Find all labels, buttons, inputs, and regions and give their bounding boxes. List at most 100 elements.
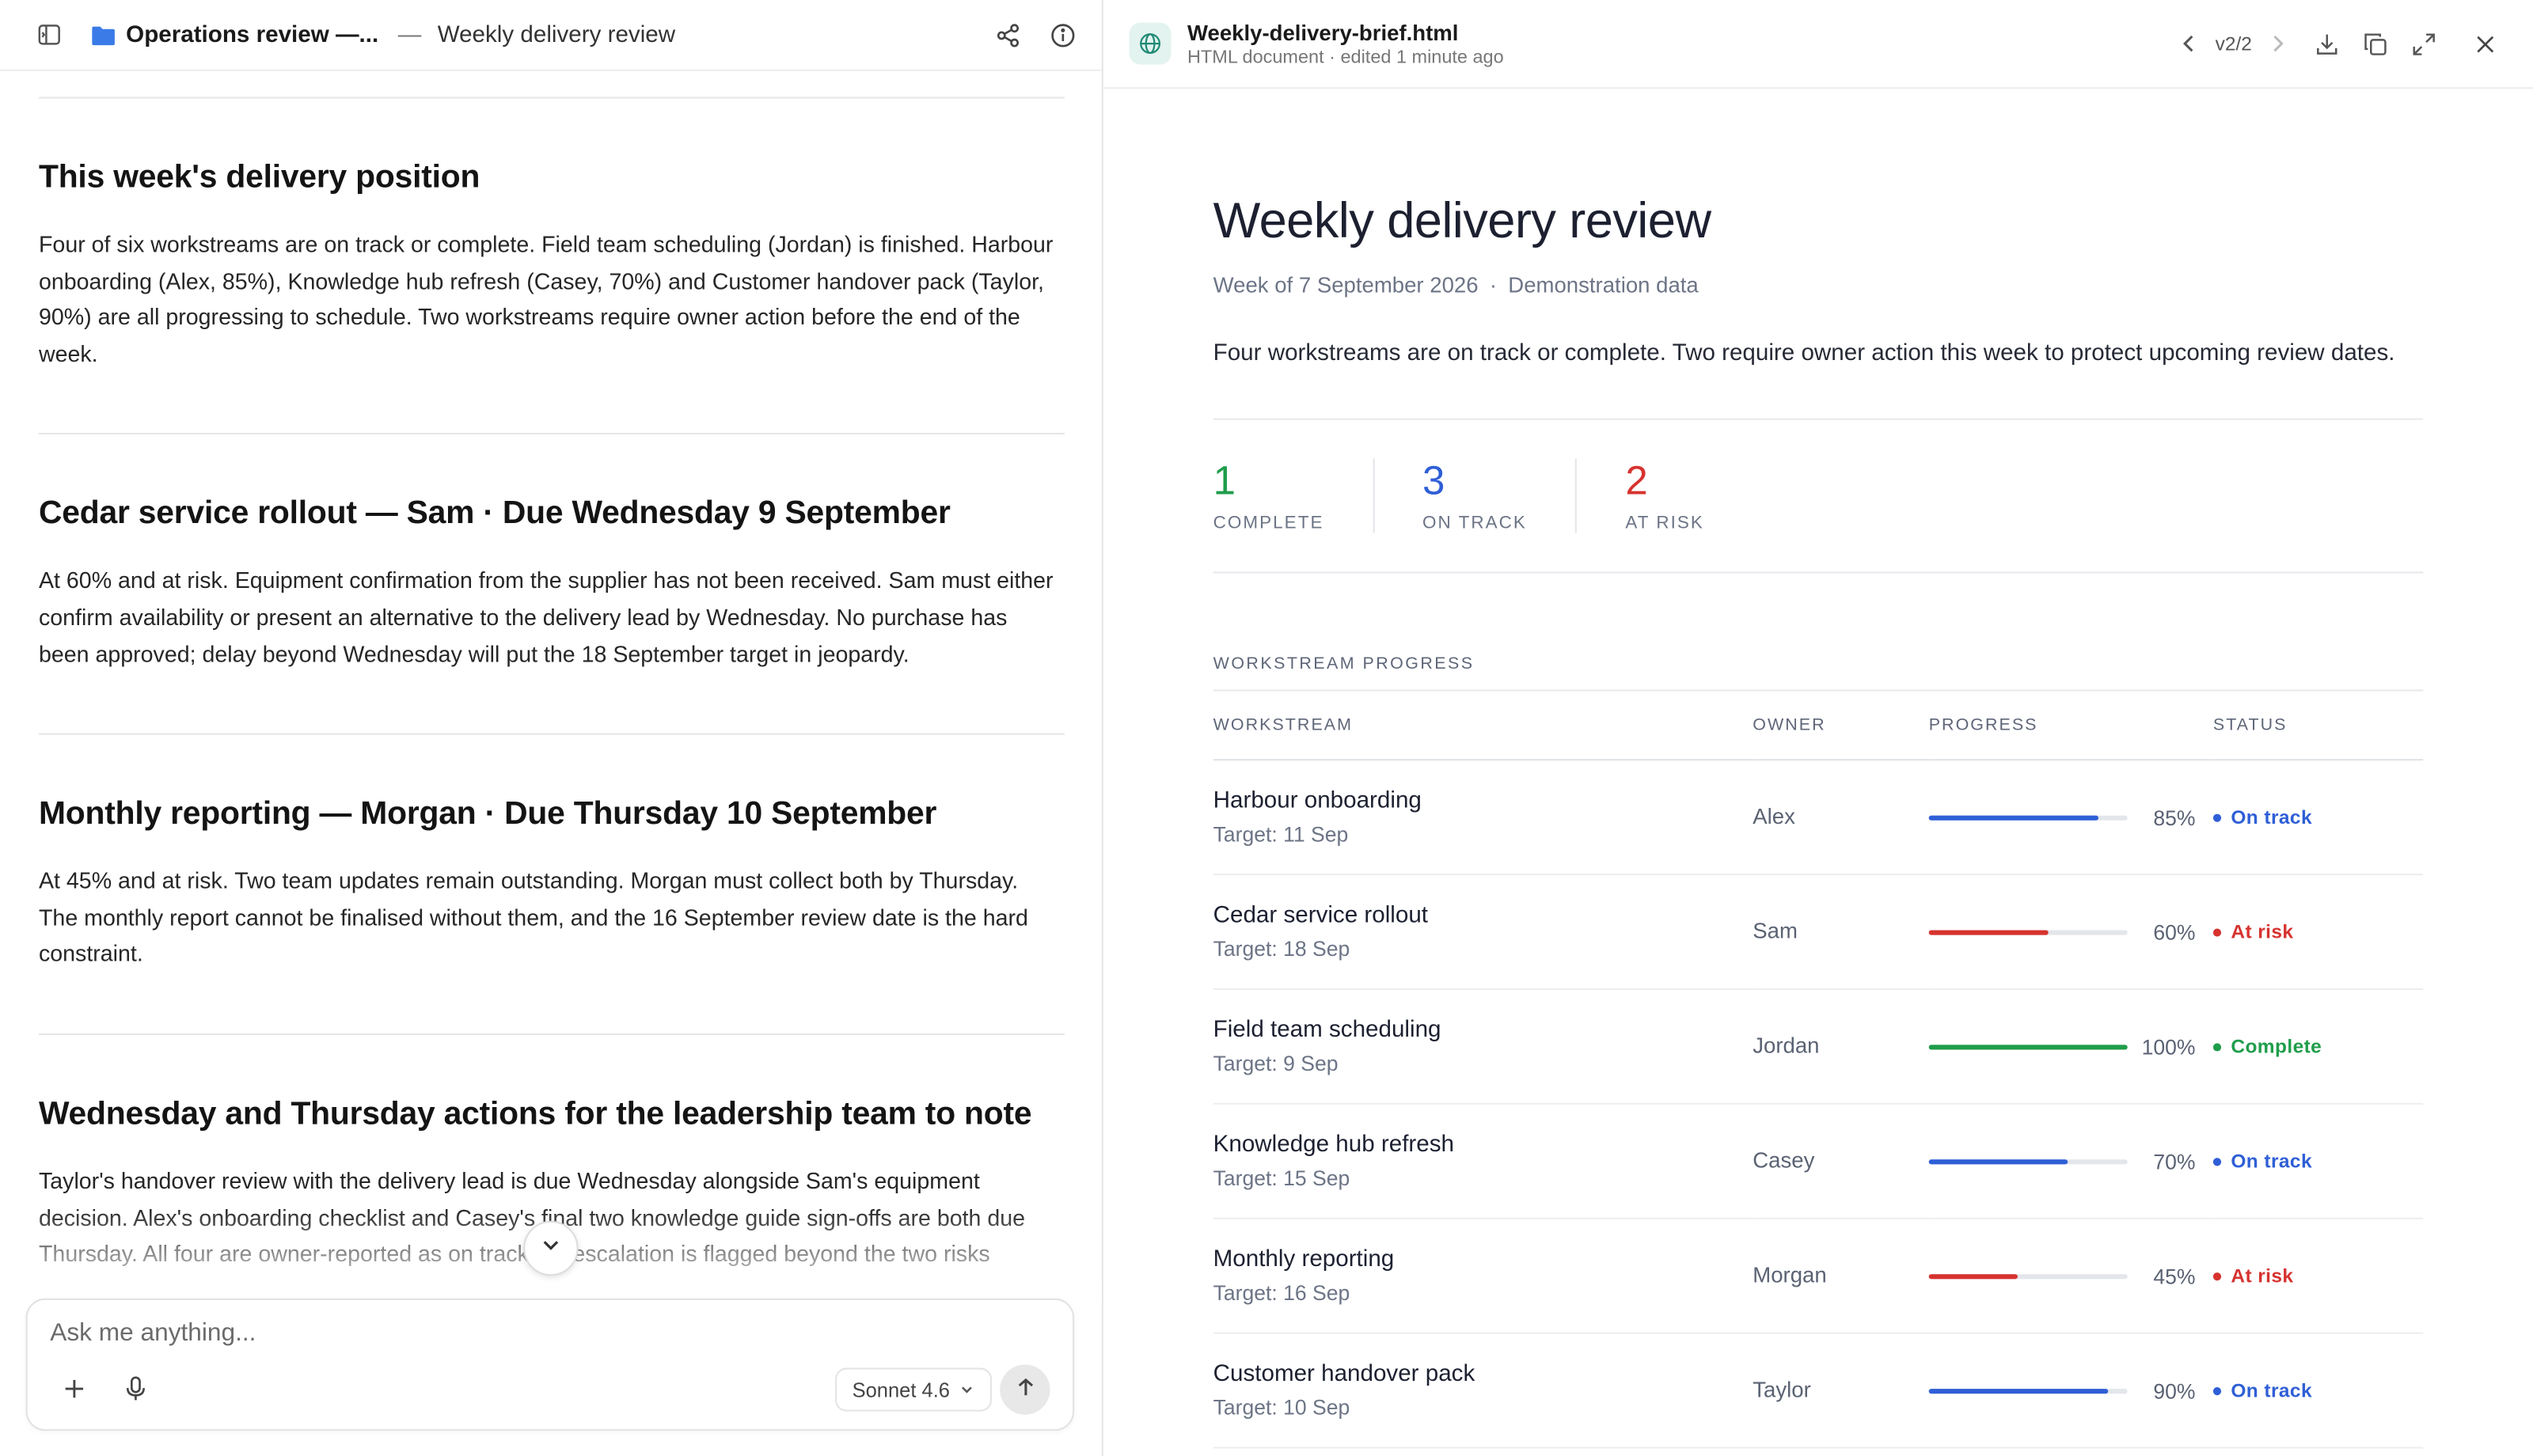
workstream-target: Target: 18 Sep <box>1213 936 1350 961</box>
chevron-down-icon <box>959 1378 974 1401</box>
workstream-cell: Knowledge hub refresh Target: 15 Sep <box>1213 1104 1753 1219</box>
artifact-document: Weekly delivery review Week of 7 Septemb… <box>1213 89 2424 1449</box>
progress-cell: 90% <box>1928 1333 2213 1449</box>
progress-cell: 100% <box>1928 989 2213 1105</box>
status-label: Complete <box>2231 1035 2322 1058</box>
workstream-target: Target: 11 Sep <box>1213 821 1349 847</box>
workstream-name: Cedar service rollout <box>1213 902 1429 929</box>
progress-percent: 60% <box>2153 919 2196 945</box>
chat-topbar: Operations review —... — Weekly delivery… <box>0 0 1102 71</box>
owner-cell: Jordan <box>1753 989 1929 1105</box>
chevron-left-icon[interactable] <box>2177 31 2203 57</box>
status-dot <box>2212 1042 2222 1051</box>
progress-track <box>1928 1158 2128 1164</box>
column-header: STATUS <box>2212 690 2424 761</box>
artifact-header: Weekly-delivery-brief.html HTML document… <box>1103 0 2533 89</box>
model-selector[interactable]: Sonnet 4.6 <box>834 1367 993 1412</box>
chat-pane: Operations review —... — Weekly delivery… <box>0 0 1103 1456</box>
progress-fill <box>1928 929 2049 935</box>
kpi-on-track: 3 ON TRACK <box>1372 457 1575 533</box>
workstream-cell: Cedar service rollout Target: 18 Sep <box>1213 874 1753 991</box>
status-dot <box>2212 1272 2222 1280</box>
section-body: Four of six workstreams are on track or … <box>38 230 1054 366</box>
status-dot <box>2212 1157 2222 1166</box>
owner-name: Sam <box>1753 919 1798 944</box>
file-name: Weekly-delivery-brief.html <box>1187 20 1459 45</box>
send-button[interactable] <box>1000 1364 1050 1415</box>
progress-cell: 70% <box>1928 1104 2213 1219</box>
file-type: HTML document <box>1187 47 1324 67</box>
workstream-cell: Field team scheduling Target: 9 Sep <box>1213 989 1753 1105</box>
file-meta: Weekly-delivery-brief.html HTML document… <box>1187 21 1504 67</box>
kpi-label: AT RISK <box>1625 513 1704 533</box>
doc-meta: Week of 7 September 2026 · Demonstration d… <box>1213 273 2424 298</box>
share-icon[interactable] <box>995 22 1021 48</box>
section-heading: Cedar service rollout — Sam · Due Wednes… <box>38 496 951 533</box>
message-input[interactable]: Ask me anything... <box>50 1319 256 1348</box>
expand-icon[interactable] <box>2410 31 2436 57</box>
status-dot <box>2212 927 2222 936</box>
section-heading: This week's delivery position <box>38 160 480 195</box>
owner-name: Morgan <box>1753 1263 1827 1287</box>
microphone-icon[interactable] <box>124 1376 147 1410</box>
progress-percent: 85% <box>2153 805 2196 830</box>
status-label: At risk <box>2231 1265 2294 1287</box>
folder-icon <box>90 24 116 47</box>
column-header: PROGRESS <box>1928 690 2213 761</box>
progress-track <box>1928 1044 2128 1049</box>
owner-cell: Sam <box>1753 874 1929 991</box>
message-composer: Ask me anything... Sonnet 4.6 <box>25 1298 1075 1431</box>
status-label: On track <box>2231 1150 2312 1173</box>
status-dot <box>2212 1386 2222 1395</box>
copy-icon[interactable] <box>2362 31 2388 57</box>
page-title: Weekly delivery review <box>1213 191 1711 249</box>
sidebar-toggle-icon[interactable] <box>36 22 62 48</box>
progress-fill <box>1928 1273 2018 1279</box>
progress-percent: 70% <box>2153 1149 2196 1174</box>
progress-fill <box>1928 814 2098 820</box>
info-icon[interactable] <box>1050 22 1077 48</box>
progress-track <box>1928 814 2128 820</box>
chat-transcript[interactable]: This week's delivery position Four of si… <box>0 71 1102 1305</box>
status-badge: At risk <box>2212 1265 2423 1287</box>
workstream-name: Harbour onboarding <box>1213 788 1422 814</box>
table-row: Customer handover pack Target: 10 Sep Ta… <box>1213 1333 2424 1449</box>
status-label: On track <box>2231 806 2312 829</box>
section-heading: Monthly reporting — Morgan · Due Thursda… <box>38 796 937 832</box>
scroll-to-bottom-button[interactable] <box>523 1220 579 1276</box>
status-badge: On track <box>2212 1379 2423 1402</box>
table-row: Monthly reporting Target: 16 Sep Morgan … <box>1213 1218 2424 1334</box>
meta-separator: · <box>1329 47 1341 67</box>
workstream-name: Knowledge hub refresh <box>1213 1132 1455 1158</box>
status-label: At risk <box>2231 920 2294 944</box>
chevron-right-icon[interactable] <box>2265 31 2291 57</box>
table-row: Knowledge hub refresh Target: 15 Sep Cas… <box>1213 1104 2424 1219</box>
close-icon[interactable] <box>2471 31 2497 57</box>
owner-name: Taylor <box>1753 1377 1811 1402</box>
kpi-at-risk: 2 AT RISK <box>1575 457 1753 533</box>
chat-title[interactable]: Weekly delivery review <box>438 22 675 48</box>
owner-cell: Taylor <box>1753 1333 1929 1449</box>
owner-cell: Casey <box>1753 1104 1929 1219</box>
owner-name: Jordan <box>1753 1033 1820 1058</box>
workstream-cell: Monthly reporting Target: 16 Sep <box>1213 1218 1753 1334</box>
kpi-row: 1 COMPLETE 3 ON TRACK 2 AT RISK <box>1213 417 2424 573</box>
table-row: Harbour onboarding Target: 11 Sep Alex 8… <box>1213 760 2424 876</box>
progress-cell: 45% <box>1928 1218 2213 1334</box>
arrow-up-icon <box>1016 1375 1035 1405</box>
model-name: Sonnet 4.6 <box>852 1378 950 1401</box>
chevron-down-icon <box>540 1233 563 1264</box>
download-icon[interactable] <box>2313 31 2339 57</box>
globe-icon <box>1129 22 1172 65</box>
plus-icon[interactable] <box>63 1378 86 1409</box>
status-dot <box>2212 813 2222 821</box>
workstream-cell: Harbour onboarding Target: 11 Sep <box>1213 760 1753 876</box>
progress-track <box>1928 929 2128 935</box>
table-row: Field team scheduling Target: 9 Sep Jord… <box>1213 989 2424 1105</box>
status-cell: On track <box>2212 760 2424 876</box>
kpi-value: 2 <box>1625 457 1648 503</box>
column-header: WORKSTREAM <box>1213 690 1753 761</box>
workstream-name: Monthly reporting <box>1213 1246 1395 1273</box>
column-header: OWNER <box>1753 690 1929 761</box>
project-name[interactable]: Operations review —... <box>126 22 378 48</box>
